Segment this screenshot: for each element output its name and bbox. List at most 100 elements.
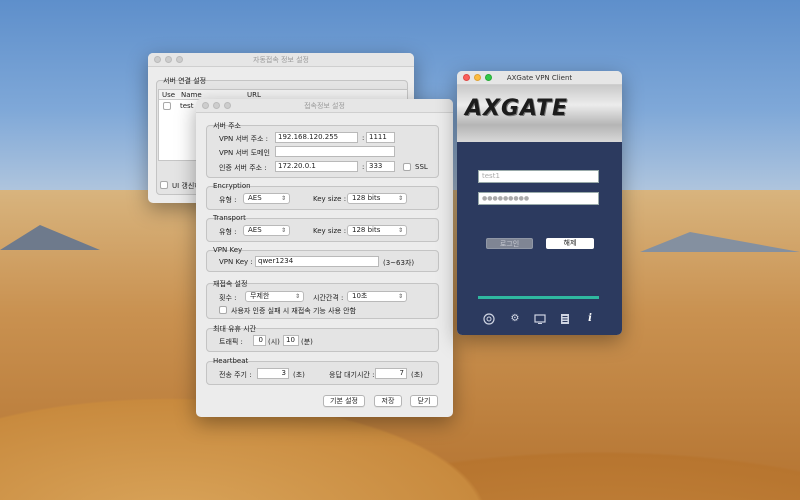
ssl-label: SSL (415, 163, 428, 171)
transport-keysize-label: Key size : (313, 227, 347, 235)
release-button[interactable]: 해제 (546, 238, 594, 249)
close-window-button[interactable] (202, 102, 209, 109)
updown-arrows-icon: ⇕ (280, 195, 286, 202)
encryption-keysize-label: Key size : (313, 195, 347, 203)
document-icon[interactable] (559, 313, 571, 325)
auth-server-address-label: 인증 서버 주소 : (219, 164, 267, 172)
reconnect-group: 재접속 설정 횟수 : 무제한 ⇕ 시간간격 : 10초 ⇕ 사용자 인증 실패… (206, 280, 439, 319)
vpn-key-input[interactable]: qwer1234 (255, 256, 379, 267)
auth-fail-reconnect-label: 사용자 인증 실패 시 재접속 기능 사용 안함 (231, 307, 357, 315)
updown-arrows-icon: ⇕ (397, 293, 403, 300)
hours-unit: (시) (268, 338, 280, 346)
connection-progress-bar (478, 296, 599, 299)
encryption-keysize-value: 128 bits (352, 194, 381, 202)
group-legend: 최대 유휴 시간 (213, 325, 257, 333)
column-name[interactable]: Name (181, 91, 202, 99)
vpn-server-domain-label: VPN 서버 도메인 (219, 149, 270, 157)
minimize-window-button[interactable] (213, 102, 220, 109)
server-address-group: 서버 주소 VPN 서버 주소 : 192.168.120.255 : 1111… (206, 122, 439, 178)
updown-arrows-icon: ⇕ (397, 195, 403, 202)
close-window-button[interactable] (463, 74, 470, 81)
transport-type-label: 유형 : (219, 228, 237, 236)
window-title: AXGate VPN Client (506, 74, 573, 82)
group-legend: Heartbeat (213, 357, 249, 365)
send-period-unit: (초) (293, 371, 305, 379)
send-period-input[interactable]: 3 (257, 368, 289, 379)
transport-keysize-select[interactable]: 128 bits ⇕ (347, 225, 407, 236)
updown-arrows-icon: ⇕ (397, 227, 403, 234)
zoom-window-button[interactable] (224, 102, 231, 109)
transport-type-select[interactable]: AES ⇕ (243, 225, 290, 236)
info-icon[interactable]: i (584, 313, 596, 325)
reconnect-interval-label: 시간간격 : (313, 294, 344, 302)
zoom-window-button[interactable] (176, 56, 183, 63)
encryption-group: Encryption 유형 : AES ⇕ Key size : 128 bit… (206, 182, 439, 210)
default-settings-button[interactable]: 기본 설정 (323, 395, 365, 407)
row-name: test (180, 102, 194, 110)
login-button[interactable]: 로그인 (486, 238, 533, 249)
vpn-key-hint: (3~63자) (383, 259, 415, 267)
vpn-key-group: VPN Key VPN Key : qwer1234 (3~63자) (206, 246, 439, 272)
mountain-right (640, 232, 800, 252)
monitor-icon[interactable] (534, 313, 546, 325)
transport-group: Transport 유형 : AES ⇕ Key size : 128 bits… (206, 214, 439, 242)
minutes-unit: (분) (301, 338, 313, 346)
max-idle-group: 최대 유휴 시간 트래픽 : 0 (시) 10 (분) (206, 325, 439, 352)
encryption-keysize-select[interactable]: 128 bits ⇕ (347, 193, 407, 204)
connection-settings-titlebar[interactable]: 접속정보 설정 (196, 99, 453, 113)
minimize-window-button[interactable] (165, 56, 172, 63)
port-separator: : (362, 134, 365, 142)
group-legend: VPN Key (213, 246, 243, 254)
vpn-server-address-input[interactable]: 192.168.120.255 (275, 132, 358, 143)
port-separator: : (362, 163, 365, 171)
column-use[interactable]: Use (162, 91, 175, 99)
column-url[interactable]: URL (247, 91, 261, 99)
reconnect-count-value: 무제한 (250, 292, 270, 300)
vpn-key-label: VPN Key : (219, 258, 253, 266)
vpn-server-domain-input[interactable] (275, 146, 395, 157)
response-wait-label: 응답 대기시간 : (329, 371, 375, 379)
auth-fail-reconnect-checkbox[interactable] (219, 306, 227, 314)
save-button[interactable]: 저장 (374, 395, 402, 407)
gear-icon[interactable]: ⚙ (509, 313, 521, 325)
ssl-checkbox[interactable] (403, 163, 411, 171)
minimize-window-button[interactable] (474, 74, 481, 81)
encryption-type-label: 유형 : (219, 196, 237, 204)
group-legend: Encryption (213, 182, 251, 190)
idle-hours-input[interactable]: 0 (253, 335, 266, 346)
ui-update-checkbox[interactable] (160, 181, 168, 189)
username-input[interactable]: test1 (478, 170, 599, 183)
reconnect-count-select[interactable]: 무제한 ⇕ (245, 291, 304, 302)
close-window-button[interactable] (154, 56, 161, 63)
connection-settings-window[interactable]: 접속정보 설정 서버 주소 VPN 서버 주소 : 192.168.120.25… (196, 99, 453, 417)
traffic-label: 트래픽 : (219, 338, 243, 346)
vpn-server-port-input[interactable]: 1111 (366, 132, 395, 143)
encryption-type-select[interactable]: AES ⇕ (243, 193, 290, 204)
vpn-client-window[interactable]: AXGate VPN Client AXGATE test1 ●●●●●●●●●… (457, 71, 622, 335)
window-title: 자동접속 정보 설정 (253, 56, 309, 64)
vpn-client-titlebar[interactable]: AXGate VPN Client (457, 71, 622, 85)
transport-keysize-value: 128 bits (352, 226, 381, 234)
power-icon[interactable] (483, 313, 495, 325)
close-button[interactable]: 닫기 (410, 395, 438, 407)
reconnect-interval-select[interactable]: 10초 ⇕ (347, 291, 407, 302)
row-use-checkbox[interactable] (163, 102, 171, 110)
heartbeat-group: Heartbeat 전송 주기 : 3 (초) 응답 대기시간 : 7 (초) (206, 357, 439, 385)
auth-server-port-input[interactable]: 333 (366, 161, 395, 172)
response-wait-input[interactable]: 7 (375, 368, 407, 379)
password-input[interactable]: ●●●●●●●●● (478, 192, 599, 205)
reconnect-count-label: 횟수 : (219, 294, 237, 302)
group-legend: 서버 연결 설정 (163, 77, 207, 85)
auto-connect-titlebar[interactable]: 자동접속 정보 설정 (148, 53, 414, 67)
idle-minutes-input[interactable]: 10 (283, 335, 299, 346)
group-legend: 재접속 설정 (213, 280, 248, 288)
vpn-client-body: AXGATE test1 ●●●●●●●●● 로그인 해제 ⚙ i (457, 85, 622, 335)
mountain-left (0, 225, 100, 250)
updown-arrows-icon: ⇕ (294, 293, 300, 300)
response-wait-unit: (초) (411, 371, 423, 379)
axgate-logo: AXGATE (465, 96, 569, 121)
zoom-window-button[interactable] (485, 74, 492, 81)
vpn-server-address-label: VPN 서버 주소 : (219, 135, 269, 143)
auth-server-address-input[interactable]: 172.20.0.1 (275, 161, 358, 172)
group-legend: 서버 주소 (213, 122, 241, 130)
